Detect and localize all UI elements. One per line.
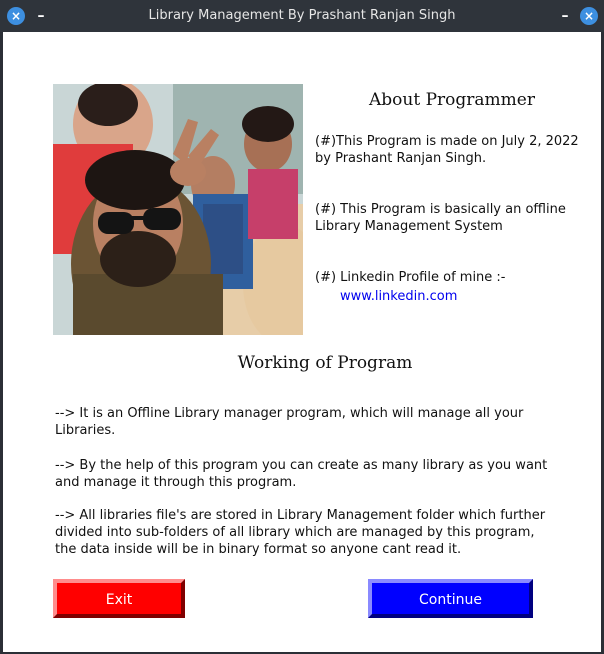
working-of-program-heading: Working of Program — [237, 353, 413, 373]
working-paragraph-3: --> All libraries file's are stored in L… — [55, 508, 546, 557]
window-title: Library Management By Prashant Ranjan Si… — [148, 8, 456, 23]
about-made-on-text: (#)This Program is made on July 2, 2022 … — [315, 134, 579, 166]
about-linkedin-label: (#) Linkedin Profile of mine :- — [315, 270, 506, 285]
linkedin-link[interactable]: www.linkedin.com — [340, 289, 457, 304]
close-icon[interactable]: × — [580, 7, 598, 25]
programmer-photo-image — [53, 84, 303, 335]
exit-button[interactable]: Exit — [53, 579, 185, 618]
window-titlebar: × – Library Management By Prashant Ranja… — [0, 0, 604, 32]
about-description-text: (#) This Program is basically an offline… — [315, 202, 566, 234]
programmer-photo — [53, 84, 303, 335]
minimize-icon[interactable]: – — [558, 8, 572, 24]
about-programmer-heading: About Programmer — [369, 90, 535, 110]
working-paragraph-2: --> By the help of this program you can … — [55, 458, 548, 490]
window-content: About Programmer (#)This Program is made… — [3, 32, 601, 652]
continue-button[interactable]: Continue — [368, 579, 533, 618]
working-paragraph-1: --> It is an Offline Library manager pro… — [55, 406, 524, 438]
